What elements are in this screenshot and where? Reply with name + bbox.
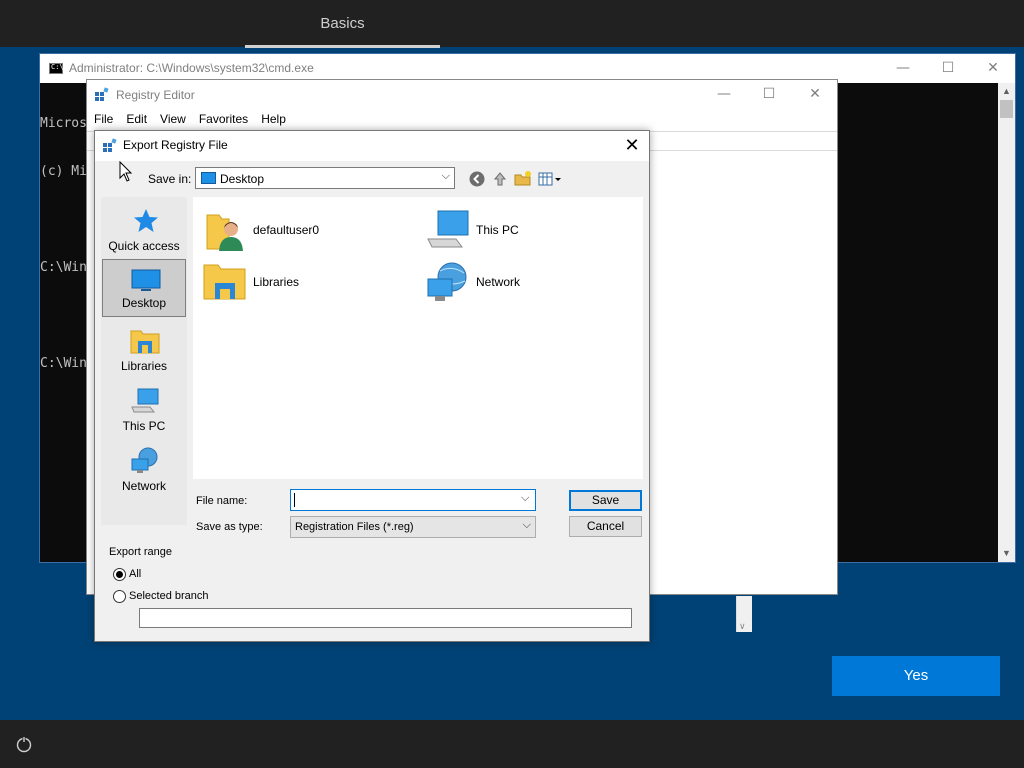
mouse-cursor-icon bbox=[119, 161, 133, 182]
regedit-menubar: File Edit View Favorites Help bbox=[94, 112, 299, 126]
cmd-scrollbar[interactable]: ▲ ▼ bbox=[998, 83, 1015, 562]
text-caret bbox=[294, 493, 295, 507]
chevron-down-icon: ⌵ bbox=[441, 170, 450, 182]
regedit-app-icon bbox=[95, 87, 109, 101]
cancel-button[interactable]: Cancel bbox=[569, 516, 642, 537]
file-item-label: Libraries bbox=[253, 275, 300, 289]
menu-view[interactable]: View bbox=[160, 112, 186, 126]
oobe-tab-underline bbox=[245, 45, 440, 48]
oobe-header: Basics bbox=[0, 0, 1024, 48]
regedit-app-icon bbox=[103, 138, 117, 152]
menu-favorites[interactable]: Favorites bbox=[199, 112, 248, 126]
chevron-down-icon[interactable]: ⌵ bbox=[521, 492, 529, 505]
user-folder-icon bbox=[206, 214, 243, 251]
libraries-icon bbox=[203, 264, 246, 300]
scroll-down-arrow-icon[interactable]: ▼ bbox=[998, 545, 1015, 562]
file-name-input[interactable] bbox=[290, 489, 536, 511]
cmd-line: (c) Mi bbox=[40, 164, 87, 179]
file-name-label: File name: bbox=[196, 495, 248, 507]
cmd-line: C:\Win bbox=[40, 356, 87, 371]
menu-help[interactable]: Help bbox=[261, 112, 286, 126]
dialog-titlebar[interactable]: Export Registry File ✕ bbox=[95, 131, 649, 161]
place-network[interactable]: Network bbox=[102, 441, 186, 499]
yes-button[interactable]: Yes bbox=[832, 656, 1000, 696]
file-item-label: This PC bbox=[476, 223, 519, 237]
save-in-value: Desktop bbox=[220, 172, 265, 186]
save-as-type-label: Save as type: bbox=[196, 521, 263, 533]
place-label: Network bbox=[121, 479, 166, 493]
place-quick-access[interactable]: Quick access bbox=[102, 201, 186, 259]
cmd-close-button[interactable]: ✕ bbox=[970, 54, 1016, 83]
cmd-app-icon bbox=[49, 63, 64, 74]
new-folder-icon[interactable] bbox=[514, 170, 532, 188]
place-label: Quick access bbox=[108, 239, 180, 253]
place-libraries[interactable]: Libraries bbox=[102, 321, 186, 379]
regedit-maximize-button[interactable]: ☐ bbox=[746, 80, 792, 109]
network-icon bbox=[131, 447, 158, 473]
desktop-icon bbox=[131, 269, 161, 291]
places-bar: Quick access Desktop Libraries This PC N… bbox=[101, 197, 187, 525]
range-all-radio[interactable] bbox=[113, 568, 126, 581]
export-registry-dialog: Export Registry File ✕ Save in: Desktop … bbox=[94, 130, 650, 642]
menu-file[interactable]: File bbox=[94, 112, 113, 126]
cmd-line: Micros bbox=[40, 116, 87, 131]
desktop-icon bbox=[201, 172, 216, 184]
cmd-title: Administrator: C:\Windows\system32\cmd.e… bbox=[69, 61, 314, 75]
range-branch-label[interactable]: Selected branch bbox=[129, 590, 209, 602]
accessibility-icon[interactable] bbox=[14, 735, 34, 755]
cmd-minimize-button[interactable]: — bbox=[880, 54, 926, 83]
save-as-type-value: Registration Files (*.reg) bbox=[295, 521, 414, 533]
save-as-type-dropdown[interactable]: Registration Files (*.reg) ⌵ bbox=[290, 516, 536, 538]
range-all-label[interactable]: All bbox=[129, 568, 141, 580]
oobe-footer bbox=[0, 720, 1024, 768]
range-branch-radio[interactable] bbox=[113, 590, 126, 603]
save-button[interactable]: Save bbox=[569, 490, 642, 511]
save-in-label: Save in: bbox=[148, 172, 192, 186]
computer-icon bbox=[131, 388, 159, 413]
network-icon bbox=[427, 262, 467, 301]
scroll-down-arrow-icon[interactable]: ∨ bbox=[739, 621, 746, 632]
computer-icon bbox=[427, 210, 469, 248]
oobe-tab-basics: Basics bbox=[320, 15, 365, 32]
regedit-minimize-button[interactable]: — bbox=[701, 80, 747, 109]
chevron-down-icon: ⌵ bbox=[522, 519, 531, 531]
menu-edit[interactable]: Edit bbox=[126, 112, 147, 126]
dialog-close-button[interactable]: ✕ bbox=[617, 133, 647, 159]
place-label: Desktop bbox=[121, 296, 167, 310]
file-item-label: defaultuser0 bbox=[253, 223, 320, 237]
place-label: Libraries bbox=[120, 359, 168, 373]
cmd-output[interactable]: Micros (c) Mi C:\Win C:\Win bbox=[40, 84, 87, 404]
save-in-dropdown[interactable]: Desktop ⌵ bbox=[195, 167, 455, 189]
regedit-title: Registry Editor bbox=[116, 88, 195, 102]
place-desktop[interactable]: Desktop bbox=[102, 259, 186, 317]
back-icon[interactable] bbox=[468, 170, 486, 188]
libraries-icon bbox=[130, 330, 160, 354]
file-list[interactable]: defaultuser0 This PC Libraries Network bbox=[193, 197, 643, 479]
regedit-scrollbar[interactable]: ∨ bbox=[736, 596, 752, 632]
scroll-up-arrow-icon[interactable]: ▲ bbox=[998, 83, 1015, 100]
export-range-label: Export range bbox=[109, 546, 172, 558]
place-label: This PC bbox=[122, 419, 166, 433]
cmd-line: C:\Win bbox=[40, 260, 87, 275]
place-this-pc[interactable]: This PC bbox=[102, 381, 186, 439]
view-menu-icon[interactable] bbox=[538, 170, 562, 188]
cmd-maximize-button[interactable]: ☐ bbox=[925, 54, 971, 83]
cmd-line bbox=[40, 212, 87, 228]
selected-branch-input[interactable] bbox=[139, 608, 632, 628]
regedit-close-button[interactable]: ✕ bbox=[792, 80, 838, 109]
up-folder-icon[interactable] bbox=[491, 170, 509, 188]
dialog-title: Export Registry File bbox=[123, 138, 228, 152]
cmd-line bbox=[40, 308, 87, 324]
file-item-label: Network bbox=[476, 275, 521, 289]
star-icon bbox=[134, 209, 158, 232]
cmd-scroll-thumb[interactable] bbox=[1000, 100, 1013, 118]
